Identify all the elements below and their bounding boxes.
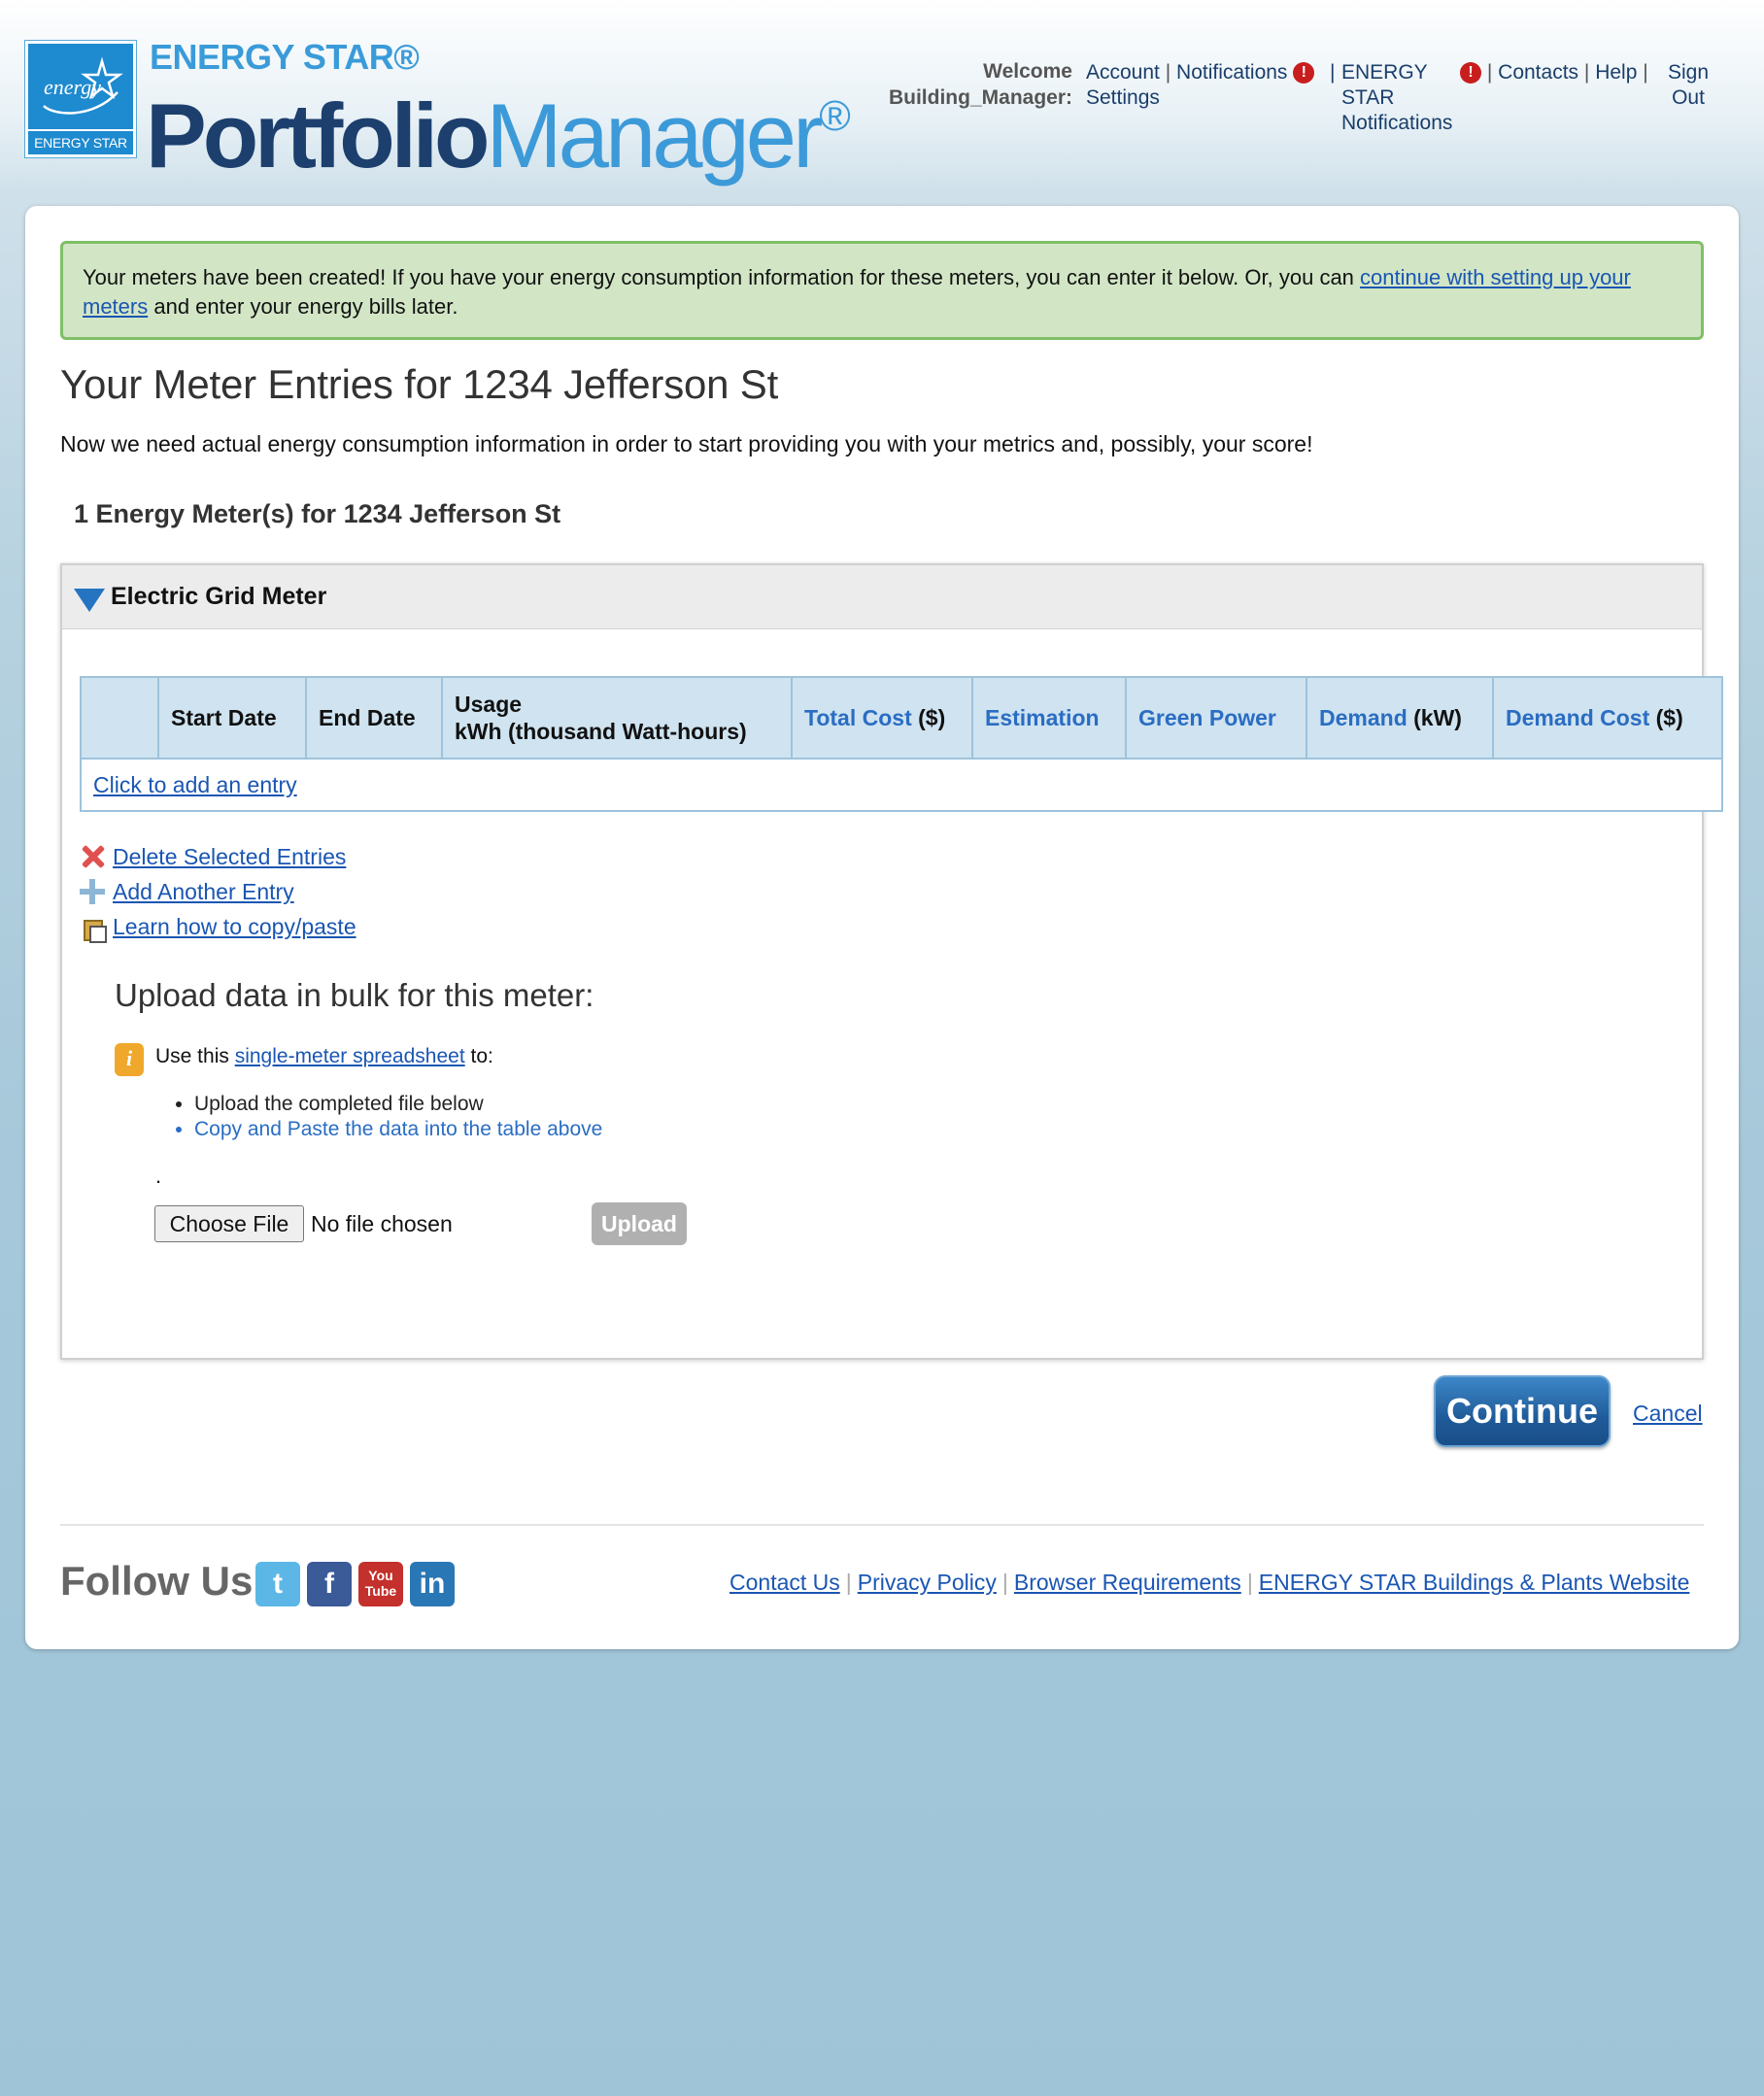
meter-title: Electric Grid Meter <box>111 583 327 610</box>
column-usage-label: Usage <box>455 692 523 717</box>
delete-x-icon[interactable] <box>78 842 107 871</box>
column-demand-label: Demand <box>1319 705 1408 730</box>
bulk-instructions-list: Upload the completed file below Copy and… <box>194 1092 602 1142</box>
dot-text: . <box>155 1164 162 1188</box>
nav-separator: | <box>1330 61 1336 84</box>
column-usage[interactable]: Usage kWh (thousand Watt-hours) <box>441 676 793 760</box>
footer-separator: | <box>1001 1570 1008 1595</box>
entry-actions: Delete Selected Entries Add Another Entr… <box>78 839 356 944</box>
clipboard-paste-icon[interactable] <box>78 912 107 943</box>
single-meter-spreadsheet-link[interactable]: single-meter spreadsheet <box>235 1045 465 1067</box>
meter-entries-table: Start Date End Date Usage kWh (thousand … <box>80 676 1723 812</box>
logo-label: ENERGY STAR <box>28 129 133 154</box>
contact-us-link[interactable]: Contact Us <box>729 1570 840 1595</box>
facebook-icon[interactable]: f <box>307 1562 352 1606</box>
nav-separator: | <box>1486 61 1493 84</box>
column-total-cost-unit: ($) <box>918 705 946 730</box>
no-file-chosen-text: No file chosen <box>311 1211 453 1236</box>
column-estimation[interactable]: Estimation <box>971 676 1127 760</box>
follow-us-label: Follow Us <box>60 1558 254 1604</box>
bulk-info-prefix: Use this <box>155 1045 235 1067</box>
bulk-upload-title: Upload data in bulk for this meter: <box>115 977 594 1013</box>
add-plus-icon[interactable] <box>78 877 107 906</box>
add-entry-link[interactable]: Click to add an entry <box>93 772 297 797</box>
nav-sign-out[interactable]: Sign Out <box>1659 60 1717 111</box>
welcome-text: Welcome Building_Manager: <box>888 60 1072 109</box>
add-entry-row: Add Another Entry <box>78 874 356 909</box>
list-item-copy-paste[interactable]: Copy and Paste the data into the table a… <box>194 1117 602 1142</box>
column-demand-cost[interactable]: Demand Cost ($) <box>1492 676 1723 760</box>
youtube-bottom-text: Tube <box>364 1583 397 1599</box>
buildings-plants-website-link[interactable]: ENERGY STAR Buildings & Plants Website <box>1259 1570 1690 1595</box>
success-text-before: Your meters have been created! If you ha… <box>83 265 1361 289</box>
footer-separator: | <box>1246 1570 1253 1595</box>
upload-button[interactable]: Upload <box>592 1202 687 1245</box>
column-total-cost-label: Total Cost <box>804 705 912 730</box>
delete-entries-row: Delete Selected Entries <box>78 839 356 874</box>
page-title: Your Meter Entries for 1234 Jefferson St <box>60 361 779 407</box>
alert-icon: ! <box>1293 62 1315 84</box>
table-header-row: Start Date End Date Usage kWh (thousand … <box>80 676 1723 760</box>
column-total-cost[interactable]: Total Cost ($) <box>791 676 973 760</box>
nav-contacts[interactable]: Contacts <box>1498 61 1578 84</box>
choose-file-button[interactable]: Choose File <box>154 1205 304 1242</box>
footer-divider <box>60 1524 1704 1526</box>
nav-energy-star-notifications[interactable]: ENERGY STAR Notifications <box>1341 60 1464 136</box>
linkedin-icon[interactable]: in <box>410 1562 455 1606</box>
column-demand-unit: (kW) <box>1413 705 1462 730</box>
success-message: Your meters have been created! If you ha… <box>60 241 1704 340</box>
nav-separator: | <box>1165 61 1171 84</box>
success-text-after: and enter your energy bills later. <box>148 294 458 319</box>
meter-panel-header[interactable]: Electric Grid Meter <box>62 565 1702 629</box>
topnav-group-account: Account | Notifications ! Settings <box>1086 60 1329 111</box>
column-usage-unit: kWh (thousand Watt-hours) <box>455 719 747 744</box>
learn-copy-paste-link[interactable]: Learn how to copy/paste <box>113 909 356 944</box>
column-demand[interactable]: Demand (kW) <box>1306 676 1494 760</box>
browser-requirements-link[interactable]: Browser Requirements <box>1014 1570 1241 1595</box>
footer-links: Contact Us | Privacy Policy | Browser Requir… <box>729 1570 1689 1596</box>
alert-icon: ! <box>1460 62 1481 84</box>
add-entry-cell: Click to add an entry <box>80 758 1723 812</box>
column-demand-cost-label: Demand Cost <box>1506 705 1650 730</box>
nav-settings[interactable]: Settings <box>1086 86 1160 109</box>
brand-manager: Manager <box>486 85 823 186</box>
nav-separator: | <box>1583 61 1590 84</box>
logo-script: energy <box>44 75 101 99</box>
cancel-link[interactable]: Cancel <box>1633 1401 1703 1427</box>
bulk-info-suffix: to: <box>464 1045 493 1067</box>
privacy-policy-link[interactable]: Privacy Policy <box>858 1570 997 1595</box>
nav-help[interactable]: Help <box>1595 61 1637 84</box>
twitter-icon[interactable]: t <box>255 1562 300 1606</box>
energy-star-logo[interactable]: energy ENERGY STAR <box>24 40 137 158</box>
select-column-header <box>80 676 159 760</box>
table-row: Click to add an entry <box>80 758 1723 812</box>
brand-portfolio: Portfolio <box>146 85 490 186</box>
delete-selected-entries-link[interactable]: Delete Selected Entries <box>113 839 346 874</box>
youtube-top-text: You <box>368 1568 393 1583</box>
energy-star-icon: energy <box>43 56 123 115</box>
nav-account[interactable]: Account <box>1086 61 1160 84</box>
brand-reg-mark: ® <box>819 92 851 140</box>
brand-portfolio-manager[interactable]: PortfolioManager® <box>146 68 851 185</box>
copy-paste-row: Learn how to copy/paste <box>78 909 356 944</box>
column-demand-cost-unit: ($) <box>1655 705 1683 730</box>
nav-notifications[interactable]: Notifications <box>1176 61 1287 84</box>
list-item: Upload the completed file below <box>194 1092 602 1117</box>
column-start-date[interactable]: Start Date <box>157 676 307 760</box>
nav-separator: | <box>1643 61 1648 84</box>
add-another-entry-link[interactable]: Add Another Entry <box>113 874 294 909</box>
footer-separator: | <box>845 1570 852 1595</box>
column-end-date[interactable]: End Date <box>305 676 443 760</box>
bulk-info-line: Use this single-meter spreadsheet to: <box>155 1045 493 1068</box>
site-header: energy ENERGY STAR ENERGY STAR ® Portfoli… <box>0 0 1764 194</box>
column-green-power[interactable]: Green Power <box>1125 676 1307 760</box>
youtube-icon[interactable]: You Tube <box>358 1562 403 1606</box>
meter-count-heading: 1 Energy Meter(s) for 1234 Jefferson St <box>74 499 561 528</box>
collapse-triangle-icon[interactable] <box>74 589 105 612</box>
continue-button[interactable]: Continue <box>1434 1375 1611 1447</box>
intro-text: Now we need actual energy consumption in… <box>60 431 1313 456</box>
info-icon: i <box>115 1043 144 1076</box>
